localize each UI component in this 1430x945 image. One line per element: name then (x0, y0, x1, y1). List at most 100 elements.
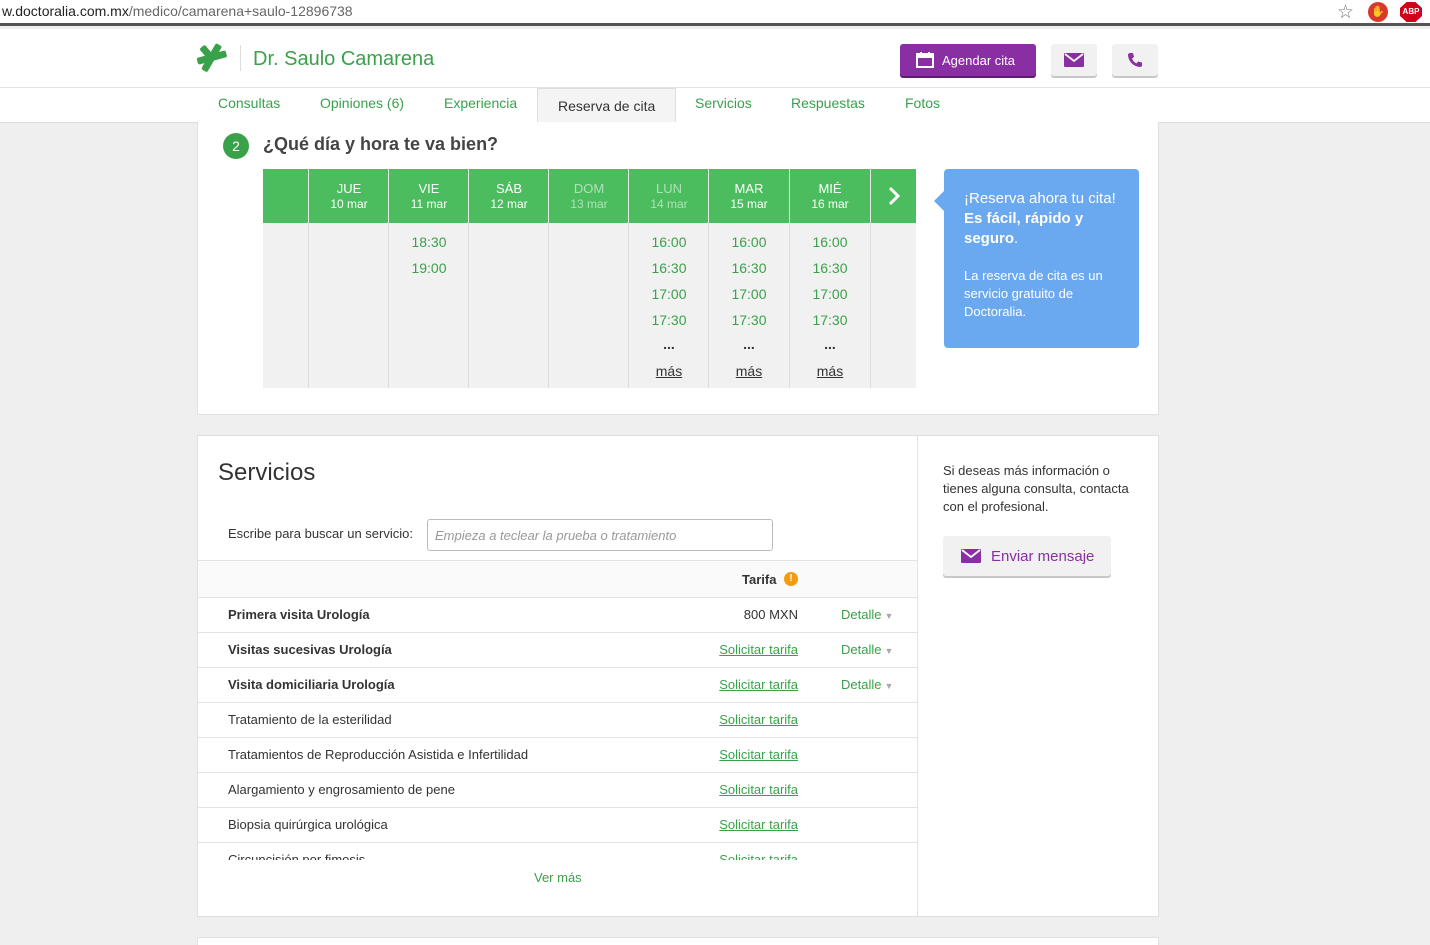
time-slot[interactable]: 17:00 (790, 286, 870, 302)
day-name-lun: LUN (655, 181, 682, 196)
chevron-down-icon: ▼ (884, 646, 894, 656)
time-slot[interactable]: 17:30 (709, 312, 789, 328)
contact-info-text: Si deseas más información o tienes algun… (943, 463, 1129, 514)
tab-respuestas[interactable]: Respuestas (791, 95, 865, 111)
booking-promo-bubble: ¡Reserva ahora tu cita! Es fácil, rápido… (934, 169, 1139, 348)
calendar-icon (916, 52, 934, 68)
detail-toggle[interactable]: Detalle ▼ (841, 642, 893, 657)
promo-subtext: La reserva de cita es un servicio gratui… (964, 268, 1103, 319)
table-row: Biopsia quirúrgica urológica Solicitar t… (198, 808, 918, 843)
ver-mas-link[interactable]: Ver más (534, 870, 582, 885)
availability-calendar: JUE 10 mar VIE 11 mar 18:30 19:00 SÁB 12… (263, 169, 916, 388)
request-rate-link[interactable]: Solicitar tarifa (719, 852, 798, 860)
profile-tabs: Consultas Opiniones (6) Experiencia Rese… (0, 88, 1430, 123)
doctoralia-logo-icon[interactable] (196, 42, 228, 74)
time-slot[interactable]: 18:30 (389, 234, 469, 250)
tab-reserva-de-cita[interactable]: Reserva de cita (537, 88, 677, 123)
agendar-cita-label: Agendar cita (942, 52, 1015, 68)
services-title: Servicios (218, 459, 316, 486)
tab-opiniones[interactable]: Opiniones (6) (320, 95, 404, 111)
time-slot[interactable]: 16:00 (629, 234, 709, 250)
step-number-badge: 2 (223, 133, 249, 159)
envelope-icon (1064, 53, 1084, 67)
phone-button[interactable] (1112, 44, 1158, 76)
browser-address-bar[interactable]: w.doctoralia.com.mx/medico/camarena+saul… (0, 0, 1430, 26)
agendar-cita-button[interactable]: Agendar cita (900, 44, 1036, 76)
service-name: Alargamiento y engrosamiento de pene (228, 782, 455, 797)
request-rate-link[interactable]: Solicitar tarifa (719, 677, 798, 692)
url-text[interactable]: w.doctoralia.com.mx/medico/camarena+saul… (2, 3, 353, 19)
doctor-name: Dr. Saulo Camarena (253, 48, 435, 70)
more-ellipsis: ... (663, 336, 675, 352)
chevron-down-icon: ▼ (884, 611, 894, 621)
tab-experiencia[interactable]: Experiencia (444, 95, 517, 111)
time-slot[interactable]: 17:30 (629, 312, 709, 328)
day-date-mar: 15 mar (730, 197, 768, 211)
day-name-dom: DOM (573, 181, 605, 196)
logo-divider (240, 45, 241, 71)
service-name: Biopsia quirúrgica urológica (228, 817, 388, 832)
services-table: Tarifa ! Primera visita Urología 800 MXN… (198, 560, 918, 860)
send-message-label: Enviar mensaje (991, 547, 1095, 565)
adblock-extension-icon[interactable]: ABP (1400, 2, 1422, 22)
detail-toggle[interactable]: Detalle ▼ (841, 607, 893, 622)
service-name: Visita domiciliaria Urología (228, 677, 395, 692)
more-ellipsis: ... (743, 336, 755, 352)
request-rate-link[interactable]: Solicitar tarifa (719, 747, 798, 762)
time-slot[interactable]: 17:30 (790, 312, 870, 328)
day-name-vie: VIE (418, 181, 440, 196)
envelope-icon (961, 549, 981, 563)
send-message-button[interactable]: Enviar mensaje (943, 536, 1111, 576)
service-name: Tratamientos de Reproducción Asistida e … (228, 747, 529, 762)
tab-fotos[interactable]: Fotos (905, 95, 940, 111)
more-slots-link[interactable]: más (629, 363, 709, 379)
day-name-sab: SÁB (495, 181, 522, 196)
service-name: Tratamiento de la esterilidad (228, 712, 392, 727)
booking-title: ¿Qué día y hora te va bien? (263, 134, 499, 154)
bookmark-star-icon[interactable]: ☆ (1337, 1, 1354, 24)
day-name-jue: JUE (336, 181, 362, 196)
time-slot[interactable]: 16:30 (790, 260, 870, 276)
table-row: Circuncisión por fimosis Solicitar tarif… (198, 843, 918, 860)
tab-consultas[interactable]: Consultas (218, 95, 280, 111)
more-ellipsis: ... (824, 336, 836, 352)
table-row: Visita domiciliaria Urología Solicitar t… (198, 668, 918, 703)
more-slots-link[interactable]: más (790, 363, 870, 379)
chevron-right-icon (888, 186, 901, 206)
profile-header: Dr. Saulo Camarena Agendar cita (0, 29, 1430, 88)
promo-headline: ¡Reserva ahora tu cita! Es fácil, rápido… (964, 190, 1116, 247)
request-rate-link[interactable]: Solicitar tarifa (719, 712, 798, 727)
calendar-header (263, 169, 916, 223)
table-row: Tratamiento de la esterilidad Solicitar … (198, 703, 918, 738)
request-rate-link[interactable]: Solicitar tarifa (719, 817, 798, 832)
sidebar-divider (917, 436, 918, 916)
service-search-input[interactable] (427, 519, 773, 551)
day-date-dom: 13 mar (570, 197, 608, 211)
request-rate-link[interactable]: Solicitar tarifa (719, 782, 798, 797)
tarifa-column-header: Tarifa (742, 572, 777, 587)
more-slots-link[interactable]: más (709, 363, 789, 379)
detail-toggle[interactable]: Detalle ▼ (841, 677, 893, 692)
request-rate-link[interactable]: Solicitar tarifa (719, 642, 798, 657)
email-button[interactable] (1051, 44, 1097, 76)
time-slot[interactable]: 16:00 (709, 234, 789, 250)
service-search-label: Escribe para buscar un servicio: (228, 526, 413, 541)
service-price: 800 MXN (743, 607, 798, 622)
time-slot[interactable]: 17:00 (629, 286, 709, 302)
next-week-button[interactable] (872, 169, 916, 223)
day-date-vie: 11 mar (410, 197, 448, 211)
url-path: /medico/camarena+saulo-12896738 (128, 3, 353, 19)
time-slot[interactable]: 16:00 (790, 234, 870, 250)
time-slot[interactable]: 17:00 (709, 286, 789, 302)
time-slot[interactable]: 16:30 (709, 260, 789, 276)
day-date-jue: 10 mar (330, 197, 368, 211)
extension-hand-icon[interactable]: ✋ (1368, 2, 1388, 22)
services-section: Servicios Escribe para buscar un servici… (197, 435, 1159, 917)
tab-servicios[interactable]: Servicios (695, 95, 752, 111)
day-name-mie: MIÉ (818, 181, 842, 196)
table-row: Alargamiento y engrosamiento de pene Sol… (198, 773, 918, 808)
services-table-header: Tarifa ! (198, 560, 918, 598)
time-slot[interactable]: 19:00 (389, 260, 469, 276)
info-icon[interactable]: ! (784, 572, 798, 586)
time-slot[interactable]: 16:30 (629, 260, 709, 276)
